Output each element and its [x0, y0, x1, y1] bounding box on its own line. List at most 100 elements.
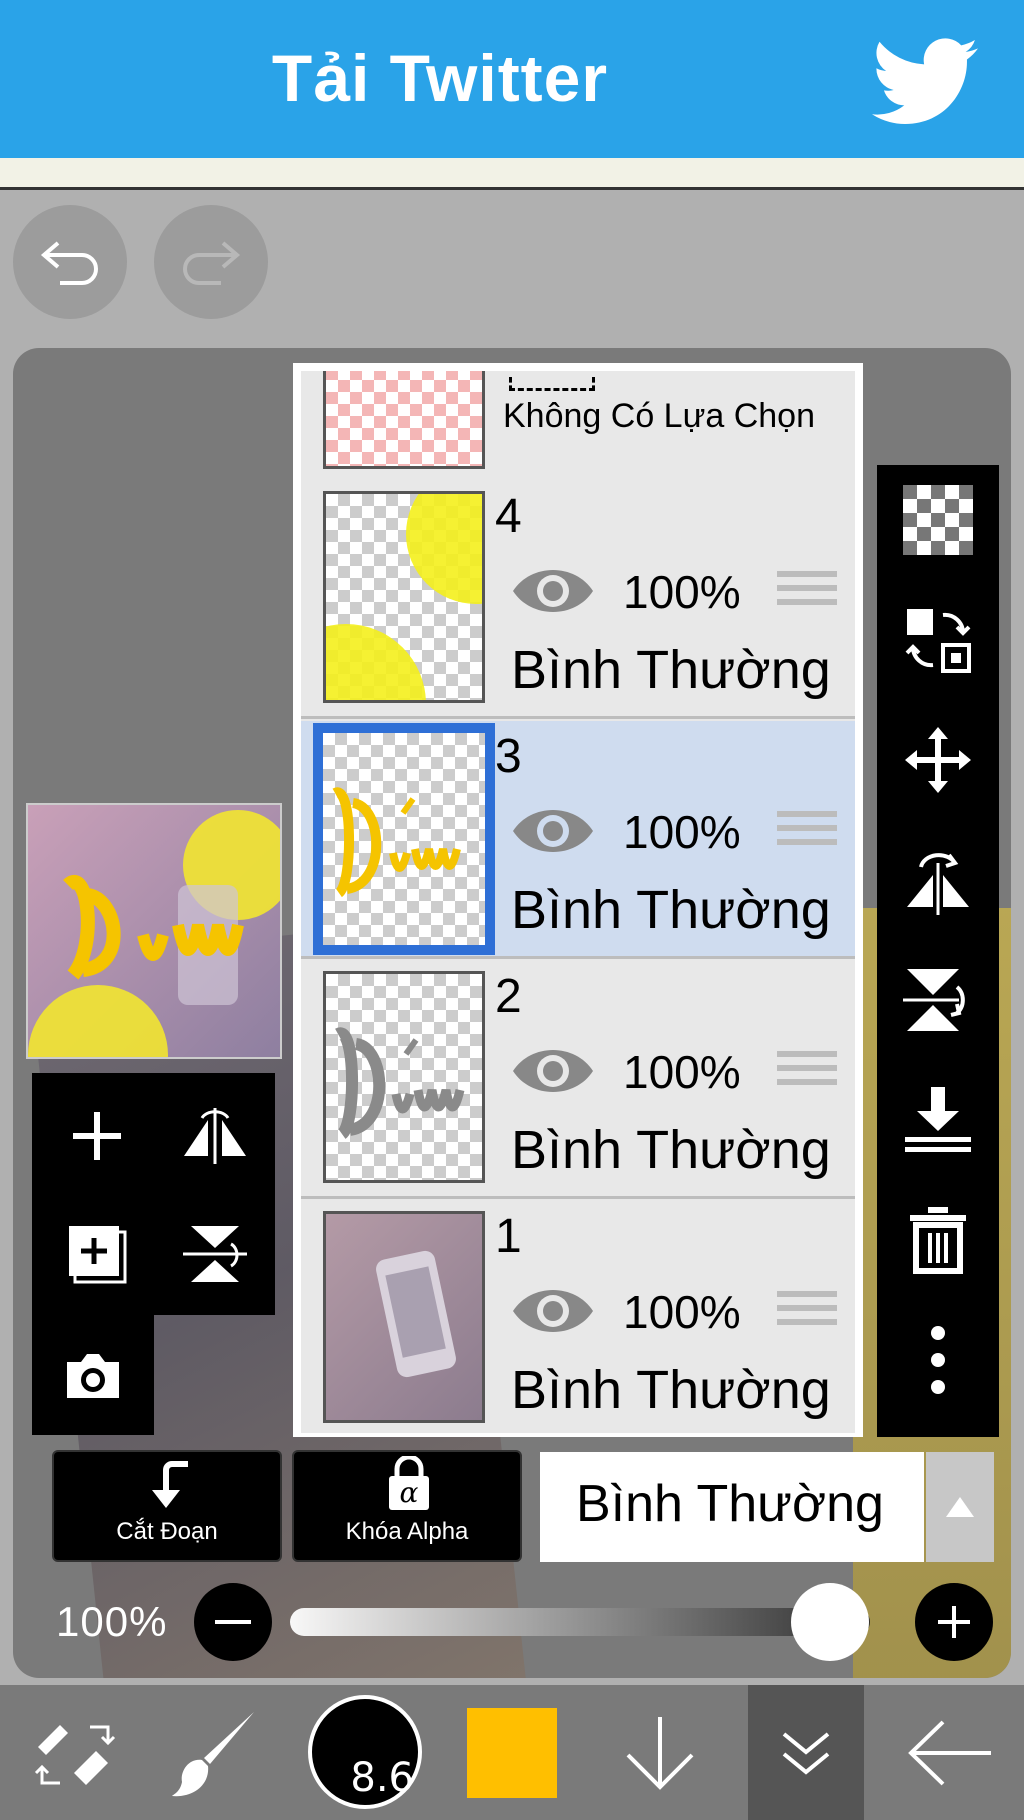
selection-layer-label: Không Có Lựa Chọn — [503, 397, 815, 435]
canvas-preview-thumbnail[interactable] — [26, 803, 282, 1059]
layer-row[interactable]: 1 100% Bình Thường — [301, 1201, 855, 1433]
layer-blend-mode: Bình Thường — [511, 880, 831, 940]
selection-layer-thumbnail — [323, 371, 485, 469]
layers-panel-button[interactable] — [748, 1685, 864, 1820]
move-layer-down-button[interactable] — [610, 1685, 710, 1820]
layer-opacity: 100% — [623, 1046, 741, 1098]
drag-handle-icon[interactable] — [777, 571, 837, 623]
opacity-decrease-button[interactable] — [194, 1583, 272, 1661]
arrow-left-icon — [908, 1720, 991, 1785]
banner-divider — [0, 158, 1024, 190]
back-button[interactable] — [890, 1685, 1010, 1820]
flip-horizontal-icon — [184, 1108, 246, 1164]
layer-blend-mode: Bình Thường — [511, 640, 831, 700]
opacity-slider-knob[interactable] — [791, 1583, 869, 1661]
layer-blend-mode: Bình Thường — [511, 1120, 831, 1180]
brush-size-button[interactable]: 8.6 — [308, 1695, 422, 1809]
flip-vertical-button[interactable] — [160, 1199, 270, 1309]
layer-row-selected[interactable]: 3 100% Bình Thường — [301, 721, 855, 959]
visibility-eye-icon[interactable] — [511, 801, 595, 861]
brush-tool-button[interactable] — [160, 1685, 270, 1820]
flip-vertical-layer-button[interactable] — [877, 945, 999, 1055]
add-layer-copy-button[interactable] — [42, 1199, 152, 1309]
merge-down-button[interactable] — [877, 1065, 999, 1175]
visibility-eye-icon[interactable] — [511, 1041, 595, 1101]
layer-number: 2 — [495, 970, 522, 1023]
minus-icon — [215, 1620, 251, 1624]
move-button[interactable] — [877, 705, 999, 815]
add-copy-icon — [69, 1226, 127, 1284]
undo-icon — [40, 241, 98, 285]
add-layer-button[interactable] — [42, 1081, 152, 1191]
flip-horizontal-button[interactable] — [160, 1081, 270, 1191]
camera-icon — [67, 1354, 119, 1398]
svg-text:α: α — [400, 1476, 419, 1509]
preview-artwork — [28, 810, 280, 1057]
opacity-slider[interactable] — [290, 1608, 870, 1636]
checkerboard-icon — [903, 485, 973, 555]
merge-down-icon — [905, 1087, 971, 1152]
swap-layers-button[interactable] — [877, 585, 999, 695]
visibility-eye-icon[interactable] — [511, 1281, 595, 1341]
layer-thumbnail — [323, 1211, 485, 1423]
layer-thumbnail — [313, 723, 495, 955]
arrow-down-icon — [626, 1716, 694, 1790]
redo-button[interactable] — [154, 205, 268, 319]
twitter-bird-icon — [872, 38, 978, 124]
ad-banner-title: Tải Twitter — [271, 41, 609, 115]
redo-icon — [183, 241, 241, 285]
layer-opacity: 100% — [623, 566, 741, 618]
swap-icon — [905, 609, 971, 673]
layer-thumbnail — [323, 971, 485, 1183]
more-vertical-icon — [931, 1326, 945, 1394]
ad-banner[interactable]: Tải Twitter — [0, 0, 1024, 158]
layer-row[interactable]: 4 100% Bình Thường — [301, 481, 855, 719]
lock-icon: α — [389, 1456, 429, 1510]
selection-marquee-icon — [509, 377, 595, 391]
brush-icon — [172, 1711, 254, 1796]
drag-handle-icon[interactable] — [777, 811, 837, 863]
clipping-button[interactable]: Cắt Đoạn — [52, 1450, 282, 1562]
clipping-arrow-icon — [152, 1461, 188, 1508]
layer-row[interactable]: 2 100% Bình Thường — [301, 961, 855, 1199]
layers-panel: Không Có Lựa Chọn 4 100% Bình Thường 3 1… — [293, 363, 863, 1437]
delete-layer-button[interactable] — [877, 1185, 999, 1295]
flip-horizontal-layer-button[interactable] — [877, 825, 999, 935]
more-options-button[interactable] — [877, 1305, 999, 1415]
blend-mode-select[interactable]: Bình Thường — [540, 1452, 924, 1562]
layer-blend-mode: Bình Thường — [511, 1360, 831, 1420]
flip-vertical-icon — [183, 1226, 247, 1282]
camera-button[interactable] — [38, 1321, 148, 1431]
alpha-lock-button[interactable]: α Khóa Alpha — [292, 1450, 522, 1562]
layer-thumbnail — [323, 491, 485, 703]
layers-list[interactable]: Không Có Lựa Chọn 4 100% Bình Thường 3 1… — [301, 371, 855, 1433]
brush-eraser-swap-icon — [34, 1724, 116, 1785]
right-tool-panel — [877, 465, 999, 1437]
drag-handle-icon[interactable] — [777, 1051, 837, 1103]
blend-mode-value: Bình Thường — [576, 1475, 884, 1533]
brush-size-value: 8.6 — [350, 1755, 414, 1801]
camera-tool-panel — [32, 1315, 154, 1435]
triangle-up-icon — [946, 1497, 974, 1517]
left-tool-panel — [32, 1073, 275, 1315]
color-swatch[interactable] — [467, 1708, 557, 1798]
transparency-button[interactable] — [877, 465, 999, 575]
layer-number: 1 — [495, 1210, 522, 1263]
layer-number: 3 — [495, 730, 522, 783]
flip-horizontal-icon — [907, 853, 969, 915]
layer-opacity: 100% — [623, 1286, 741, 1338]
opacity-increase-button[interactable] — [915, 1583, 993, 1661]
clipping-label: Cắt Đoạn — [116, 1518, 218, 1545]
plus-icon — [938, 1606, 970, 1638]
opacity-value: 100% — [56, 1598, 168, 1645]
undo-button[interactable] — [13, 205, 127, 319]
flip-vertical-icon — [903, 969, 965, 1031]
plus-icon — [73, 1112, 121, 1160]
visibility-eye-icon[interactable] — [511, 561, 595, 621]
layer-number: 4 — [495, 490, 522, 543]
move-arrows-icon — [905, 727, 971, 793]
blend-mode-dropdown-button[interactable] — [926, 1452, 994, 1562]
drag-handle-icon[interactable] — [777, 1291, 837, 1343]
tool-switch-button[interactable] — [10, 1685, 140, 1820]
selection-layer-row[interactable]: Không Có Lựa Chọn — [301, 371, 855, 485]
